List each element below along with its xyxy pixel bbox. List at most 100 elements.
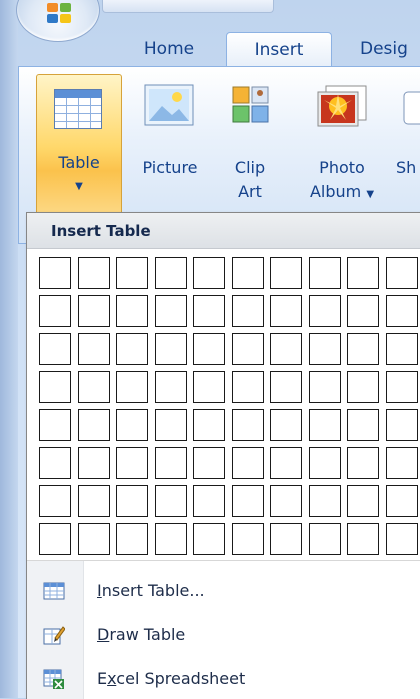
- table-grid-cell[interactable]: [270, 257, 302, 289]
- table-grid-cell[interactable]: [116, 295, 148, 327]
- table-grid-cell[interactable]: [78, 485, 110, 517]
- clip-art-label-line1: Clip: [234, 158, 266, 177]
- table-grid-cell[interactable]: [347, 485, 379, 517]
- table-grid-cell[interactable]: [39, 333, 71, 365]
- table-grid-cell[interactable]: [39, 371, 71, 403]
- table-grid-cell[interactable]: [116, 409, 148, 441]
- table-grid-cell[interactable]: [155, 295, 187, 327]
- clip-art-button[interactable]: Clip Art: [222, 80, 278, 210]
- table-grid-cell[interactable]: [78, 295, 110, 327]
- table-grid-cell[interactable]: [232, 523, 264, 555]
- insert-table-menu-item[interactable]: Insert Table...: [27, 571, 420, 611]
- table-grid-cell[interactable]: [193, 409, 225, 441]
- table-grid-cell[interactable]: [116, 371, 148, 403]
- table-grid-cell[interactable]: [232, 485, 264, 517]
- table-grid-cell[interactable]: [232, 333, 264, 365]
- table-grid-cell[interactable]: [193, 295, 225, 327]
- table-grid-cell[interactable]: [39, 523, 71, 555]
- table-grid-cell[interactable]: [309, 523, 341, 555]
- photo-album-label-line2: Album ▼: [309, 182, 375, 201]
- table-grid-cell[interactable]: [39, 295, 71, 327]
- table-grid-cell[interactable]: [193, 333, 225, 365]
- table-grid-cell[interactable]: [155, 523, 187, 555]
- table-grid-cell[interactable]: [386, 295, 418, 327]
- tab-home[interactable]: Home: [132, 32, 206, 66]
- table-grid-cell[interactable]: [78, 447, 110, 479]
- table-grid-cell[interactable]: [270, 295, 302, 327]
- menu-separator: [27, 560, 420, 561]
- table-grid-cell[interactable]: [347, 409, 379, 441]
- table-grid-cell[interactable]: [39, 447, 71, 479]
- table-grid-cell[interactable]: [270, 371, 302, 403]
- shapes-button[interactable]: Sh: [392, 80, 420, 210]
- table-grid-cell[interactable]: [232, 371, 264, 403]
- table-grid-cell[interactable]: [309, 257, 341, 289]
- table-grid-cell[interactable]: [386, 333, 418, 365]
- table-grid-cell[interactable]: [270, 523, 302, 555]
- table-grid-cell[interactable]: [270, 447, 302, 479]
- table-grid-cell[interactable]: [309, 447, 341, 479]
- table-grid-cell[interactable]: [309, 485, 341, 517]
- table-grid-cell[interactable]: [78, 409, 110, 441]
- table-grid-cell[interactable]: [386, 371, 418, 403]
- table-grid-cell[interactable]: [386, 409, 418, 441]
- table-grid-cell[interactable]: [116, 447, 148, 479]
- picture-button[interactable]: Picture: [132, 80, 208, 210]
- table-grid-cell[interactable]: [309, 409, 341, 441]
- table-grid-cell[interactable]: [78, 523, 110, 555]
- table-grid-cell[interactable]: [347, 371, 379, 403]
- table-grid-cell[interactable]: [116, 333, 148, 365]
- table-grid-cell[interactable]: [155, 257, 187, 289]
- table-grid-cell[interactable]: [78, 333, 110, 365]
- table-grid-cell[interactable]: [116, 257, 148, 289]
- table-grid-cell[interactable]: [270, 409, 302, 441]
- table-grid-cell[interactable]: [193, 523, 225, 555]
- table-grid-cell[interactable]: [193, 447, 225, 479]
- table-grid-cell[interactable]: [116, 523, 148, 555]
- window-left-edge: [0, 0, 18, 698]
- table-grid-cell[interactable]: [309, 371, 341, 403]
- shapes-icon: [403, 91, 420, 125]
- table-grid-cell[interactable]: [193, 485, 225, 517]
- excel-spreadsheet-menu-item[interactable]: Excel Spreadsheet: [27, 659, 420, 699]
- excel-spreadsheet-icon: [43, 669, 64, 689]
- table-grid-cell[interactable]: [386, 523, 418, 555]
- clip-art-icon: [232, 86, 269, 123]
- table-grid-cell[interactable]: [347, 333, 379, 365]
- table-grid-cell[interactable]: [347, 523, 379, 555]
- table-grid-cell[interactable]: [347, 295, 379, 327]
- table-grid-cell[interactable]: [386, 447, 418, 479]
- table-grid-cell[interactable]: [39, 257, 71, 289]
- table-grid-cell[interactable]: [39, 409, 71, 441]
- table-grid-cell[interactable]: [270, 485, 302, 517]
- table-grid-cell[interactable]: [232, 295, 264, 327]
- table-grid-cell[interactable]: [270, 333, 302, 365]
- table-grid-cell[interactable]: [116, 485, 148, 517]
- table-grid-cell[interactable]: [309, 295, 341, 327]
- table-grid-cell[interactable]: [347, 447, 379, 479]
- clip-art-label-line2: Art: [238, 182, 262, 201]
- draw-table-menu-item[interactable]: Draw Table: [27, 615, 420, 655]
- table-icon: [54, 89, 102, 129]
- table-grid-cell[interactable]: [232, 447, 264, 479]
- table-grid-cell[interactable]: [193, 257, 225, 289]
- table-grid-cell[interactable]: [232, 257, 264, 289]
- table-grid-cell[interactable]: [155, 409, 187, 441]
- picture-icon: [144, 84, 194, 126]
- table-grid-cell[interactable]: [347, 257, 379, 289]
- table-grid-cell[interactable]: [155, 447, 187, 479]
- table-grid-cell[interactable]: [309, 333, 341, 365]
- table-grid-cell[interactable]: [155, 371, 187, 403]
- table-grid-cell[interactable]: [155, 485, 187, 517]
- table-grid-cell[interactable]: [155, 333, 187, 365]
- tab-design[interactable]: Desig: [360, 32, 420, 66]
- table-grid-cell[interactable]: [386, 485, 418, 517]
- table-grid-cell[interactable]: [39, 485, 71, 517]
- table-grid-cell[interactable]: [78, 257, 110, 289]
- photo-album-button[interactable]: Photo Album ▼: [300, 80, 384, 210]
- table-grid-cell[interactable]: [193, 371, 225, 403]
- tab-insert[interactable]: Insert: [226, 32, 332, 67]
- table-grid-cell[interactable]: [232, 409, 264, 441]
- table-grid-cell[interactable]: [386, 257, 418, 289]
- table-grid-cell[interactable]: [78, 371, 110, 403]
